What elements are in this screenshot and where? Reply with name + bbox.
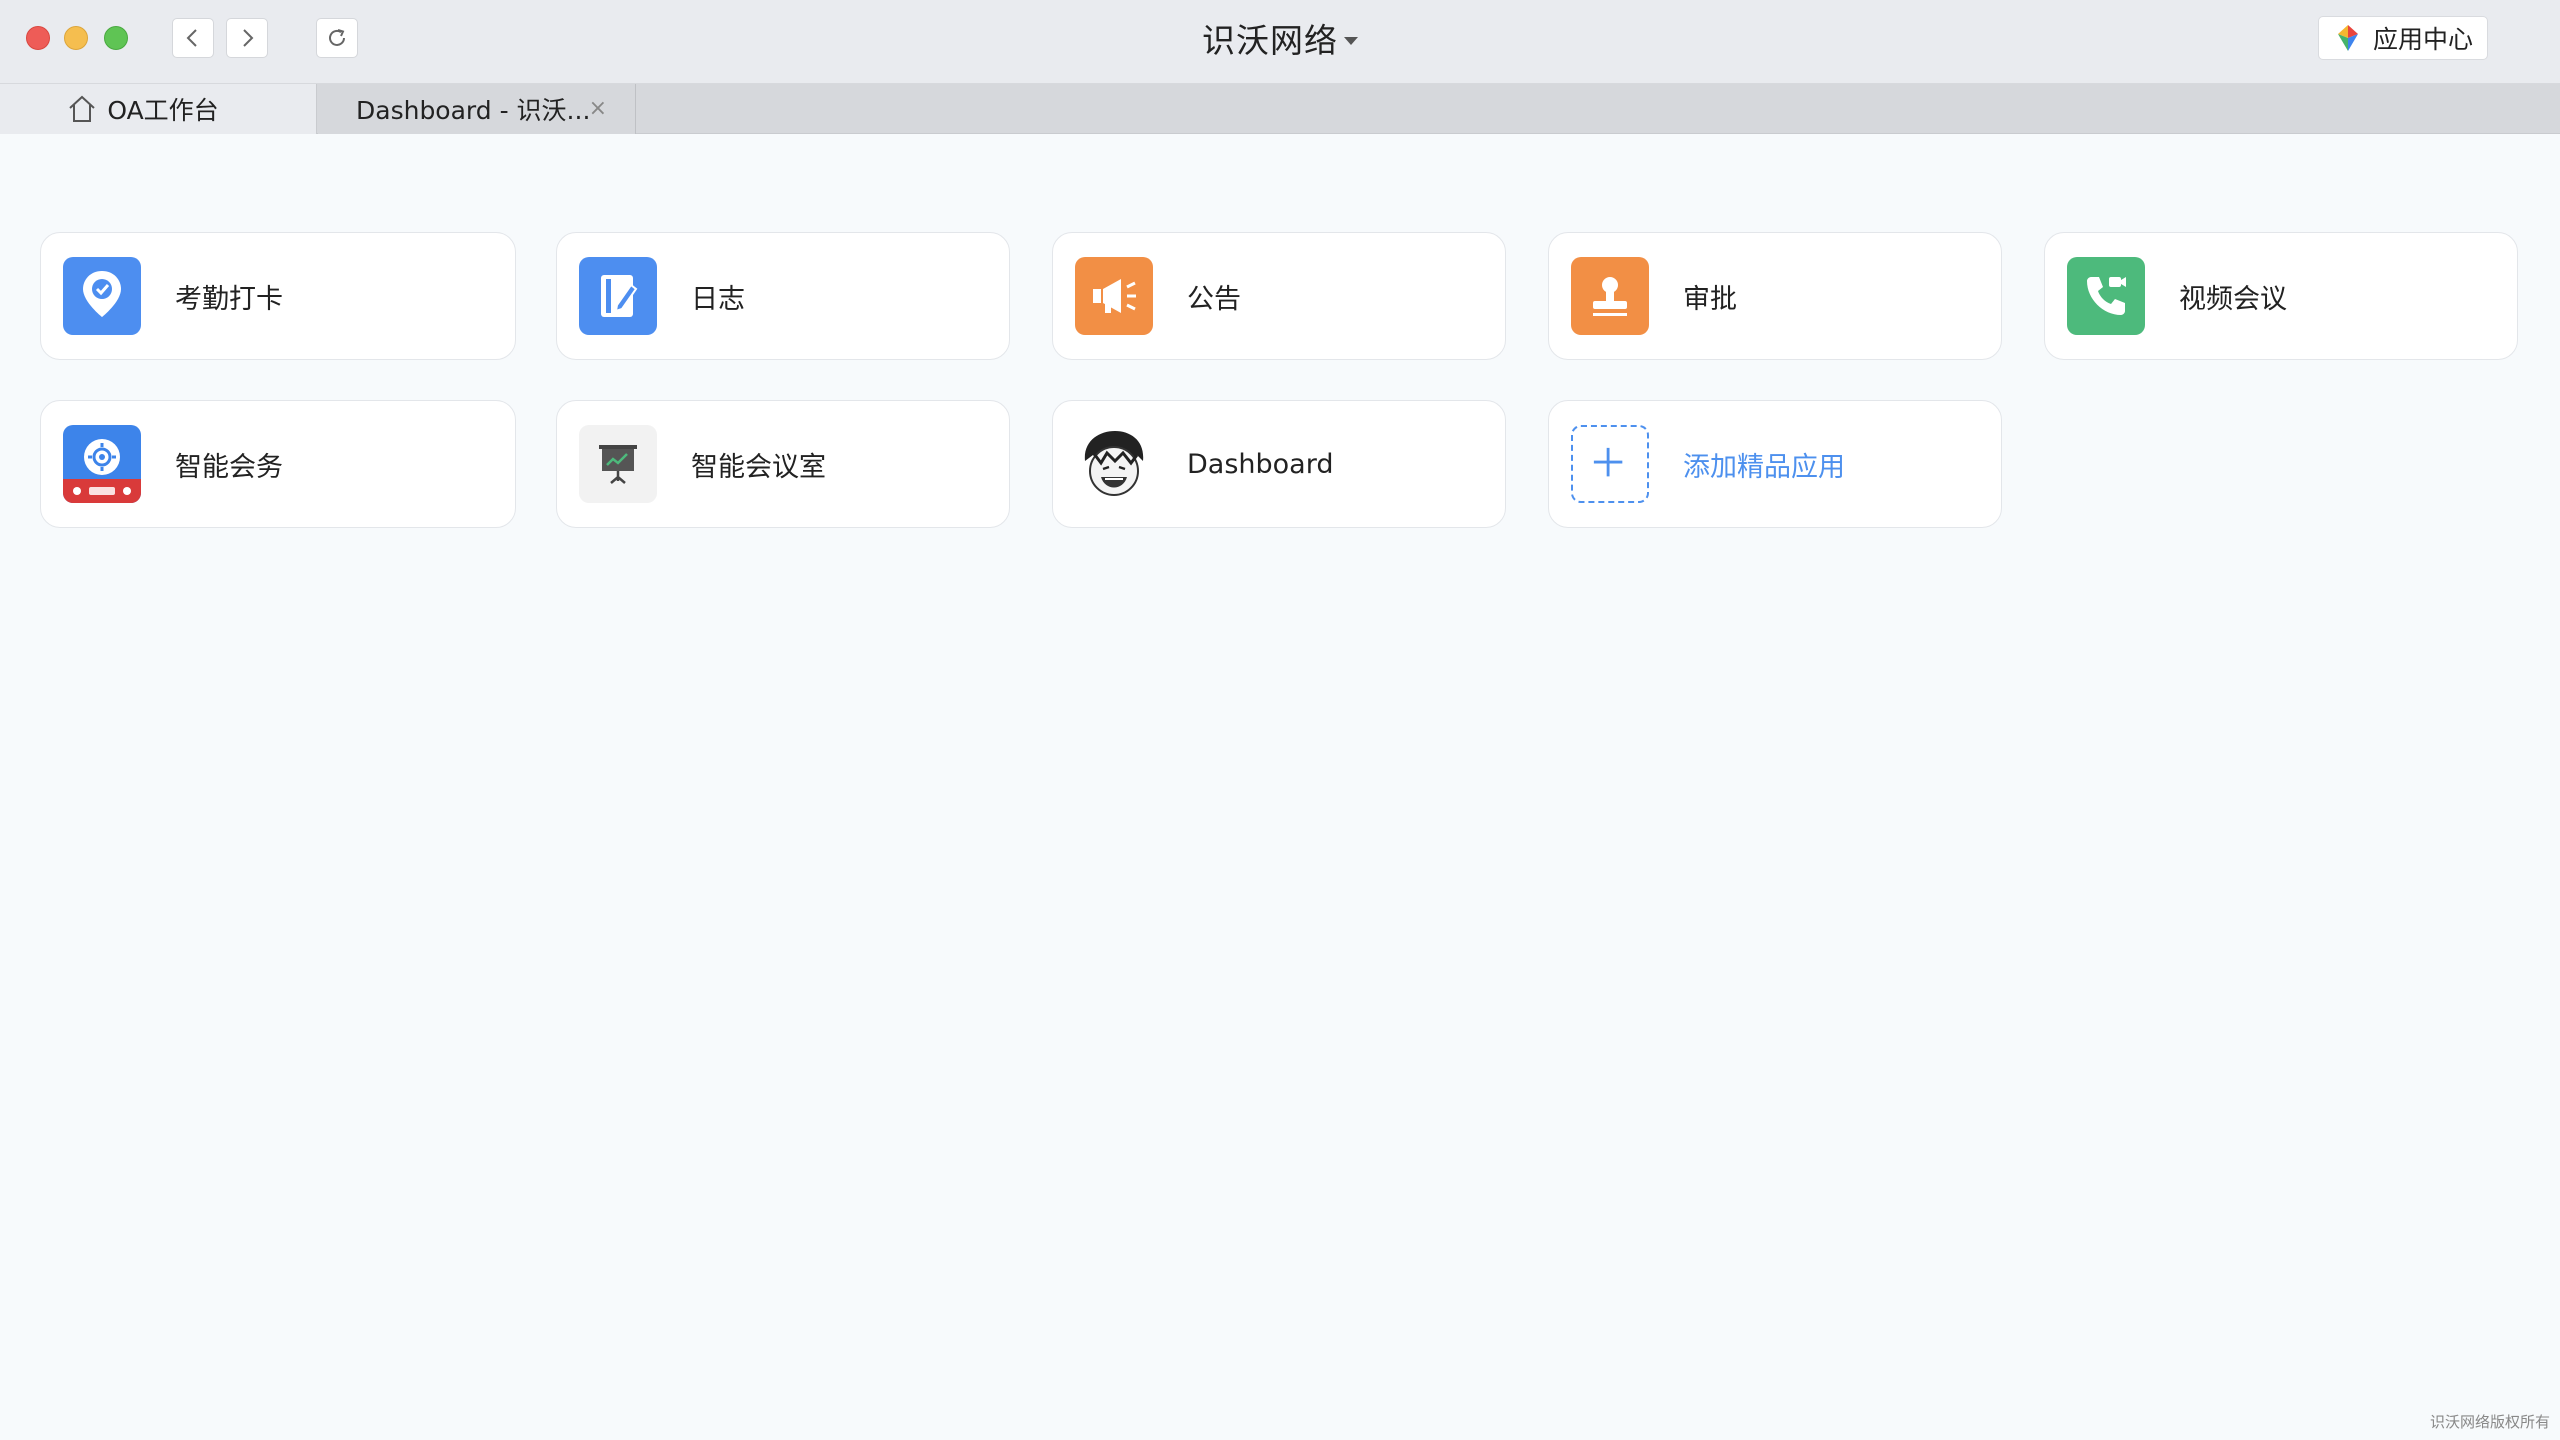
app-label: 审批 [1683, 283, 1737, 315]
journal-edit-icon [579, 257, 657, 335]
window-title-text: 识沃网络 [1202, 21, 1338, 60]
meeting-room-board-icon [579, 425, 657, 503]
tab-dashboard[interactable]: Dashboard - 识沃... × [318, 84, 636, 134]
app-label: 视频会议 [2179, 283, 2287, 315]
app-card-video-meeting[interactable]: 视频会议 [2044, 232, 2518, 360]
app-card-add-app[interactable]: 添加精品应用 [1548, 400, 2002, 528]
app-card-smart-conference[interactable]: 智能会务 [40, 400, 516, 528]
app-card-announcement[interactable]: 公告 [1052, 232, 1506, 360]
app-card-journal[interactable]: 日志 [556, 232, 1010, 360]
app-card-attendance[interactable]: 考勤打卡 [40, 232, 516, 360]
caret-down-icon [1344, 36, 1358, 45]
app-label: 日志 [691, 283, 745, 315]
tab-oa-workbench[interactable]: OA工作台 [0, 84, 317, 134]
app-label: 智能会议室 [691, 451, 826, 483]
app-card-smart-meeting-room[interactable]: 智能会议室 [556, 400, 1010, 528]
app-label: Dashboard [1187, 448, 1334, 480]
app-card-approval[interactable]: 审批 [1548, 232, 2002, 360]
smart-conference-icon [63, 425, 141, 503]
app-label: 添加精品应用 [1683, 451, 1845, 483]
location-check-icon [63, 257, 141, 335]
app-center-button[interactable]: 应用中心 [2318, 16, 2488, 60]
tab-label: Dashboard - 识沃... [356, 96, 591, 125]
tab-label: OA工作台 [107, 96, 219, 125]
app-card-dashboard[interactable]: Dashboard [1052, 400, 1506, 528]
home-icon [69, 95, 96, 122]
close-tab-icon[interactable]: × [589, 96, 607, 121]
add-plus-icon [1571, 425, 1649, 503]
stamp-icon [1571, 257, 1649, 335]
window-title[interactable]: 识沃网络 [0, 14, 2560, 62]
app-label: 考勤打卡 [175, 283, 283, 315]
video-phone-icon [2067, 257, 2145, 335]
app-center-label: 应用中心 [2372, 25, 2473, 54]
app-center-logo-icon [2337, 25, 2358, 51]
app-label: 智能会务 [175, 451, 283, 483]
title-bar: 识沃网络 应用中心 [0, 0, 2560, 84]
megaphone-icon [1075, 257, 1153, 335]
app-label: 公告 [1187, 283, 1241, 315]
cartoon-avatar-icon [1075, 425, 1153, 503]
copyright-footer: 识沃网络版权所有 [2429, 1413, 2550, 1431]
tab-bar: OA工作台 Dashboard - 识沃... × [0, 84, 2560, 134]
